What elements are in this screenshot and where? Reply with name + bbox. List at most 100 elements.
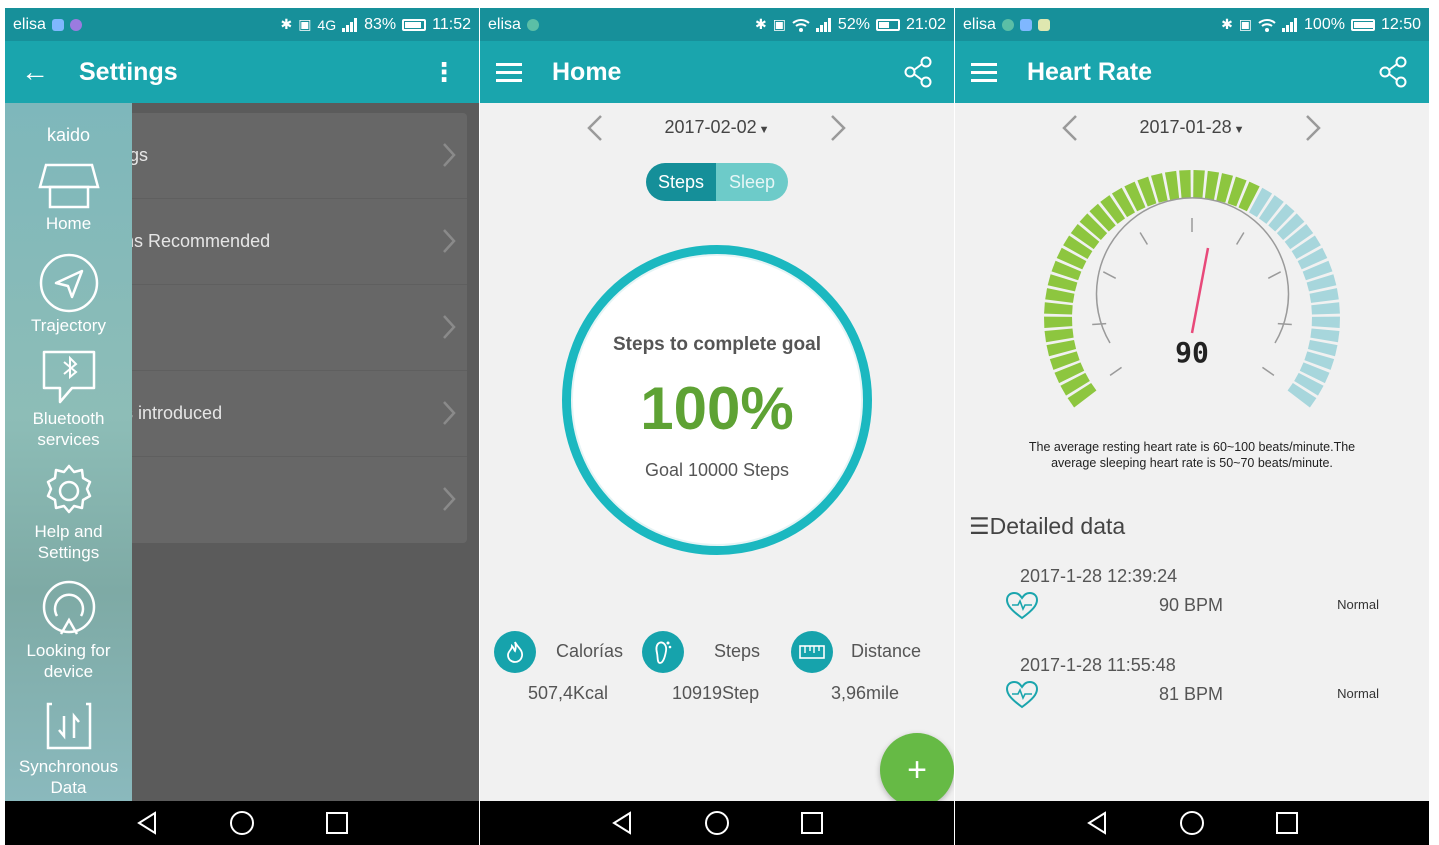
nfc-icon: ▣ [772,16,786,32]
carrier-label: elisa [13,15,46,33]
app-bar: ← Settings ⋮ [5,41,479,103]
gauge-segment [1164,170,1180,201]
battery-icon [1350,18,1375,31]
status-bar: elisa ✱ ▣ 100% 12:50 [955,8,1429,41]
ruler-icon [791,631,833,673]
sleep-tab[interactable]: Sleep [716,163,788,201]
carrier-label: elisa [963,15,996,33]
date-selector: 2017-01-28 ▼ [955,109,1429,145]
drawer-item-bluetooth[interactable]: Bluetooth services [5,348,132,450]
wifi-icon [792,18,810,32]
settings-row[interactable]: on is introduced [75,371,467,457]
dropdown-caret-icon: ▼ [758,123,770,136]
nav-home-icon[interactable] [1179,810,1205,836]
system-nav-bar [480,801,954,845]
drawer-item-looking-for-device[interactable]: Looking for device [5,580,132,682]
settings-row[interactable]: ettings [75,113,467,199]
share-icon[interactable] [904,56,934,88]
nfc-icon: ▣ [1238,16,1253,32]
chevron-right-icon [443,143,456,167]
trajectory-icon [39,253,98,313]
date-picker[interactable]: 2017-01-28 ▼ [1140,117,1245,138]
signal-icon [342,17,358,32]
drawer-username: kaido [46,125,91,145]
carrier-label: elisa [488,15,521,33]
back-arrow-icon[interactable]: ← [21,56,49,88]
record-status: Normal [1337,597,1379,612]
prev-date-icon[interactable] [585,113,605,143]
stat-value: 507,4Kcal [528,683,609,703]
footprint-icon [642,631,684,673]
gauge-segment [1179,170,1191,199]
nav-recents-icon[interactable] [325,811,349,835]
date-selector: 2017-02-02 ▼ [480,109,954,145]
nav-recents-icon[interactable] [800,811,824,835]
stat-label: Distance [851,641,922,661]
nav-back-icon[interactable] [610,811,634,835]
nav-back-icon[interactable] [135,811,159,835]
nav-home-icon[interactable] [704,810,730,836]
radar-icon [42,580,95,635]
detailed-data-title: Detailed data [989,513,1126,539]
stats-row: Calorías 507,4Kcal Steps 10919Step Dista… [480,631,954,721]
list-icon: ☰ [969,513,990,539]
battery-percent: 100% [1304,15,1345,33]
hamburger-menu-icon[interactable] [971,61,997,83]
nav-back-icon[interactable] [1085,811,1109,835]
drawer-item-trajectory[interactable]: Trajectory [5,253,132,336]
list-item: 81 BPM Normal [1005,680,1379,710]
settings-row[interactable]: ations Recommended [75,199,467,285]
page-title: Heart Rate [1027,57,1153,86]
chevron-right-icon [443,401,456,425]
next-date-icon[interactable] [828,113,848,143]
nav-home-icon[interactable] [229,810,255,836]
gear-icon [46,464,91,514]
nav-recents-icon[interactable] [1275,811,1299,835]
record-status: Normal [1337,686,1379,701]
add-button[interactable]: + [880,733,954,807]
next-date-icon[interactable] [1303,113,1323,143]
settings-row[interactable] [75,285,467,371]
battery-percent: 52% [837,15,870,33]
wifi-icon [1258,18,1276,32]
bluetooth-icon: ✱ [280,16,293,32]
heart-rate-note: The average resting heart rate is 60~100… [1028,440,1356,470]
system-nav-bar [955,801,1429,845]
prev-date-icon[interactable] [1060,113,1080,143]
steps-tab[interactable]: Steps [646,163,716,201]
notification-icon [526,18,539,31]
settings-row[interactable]: elp [75,457,467,543]
gauge-tick [1092,322,1107,326]
calendar-icon [1019,18,1032,31]
detailed-data-heading: ☰Detailed data [969,513,1125,540]
heart-rate-content: 2017-01-28 ▼ 90 The average resting heart… [955,103,1429,801]
status-bar: elisa ✱ ▣ 52% 21:02 [480,8,954,41]
chevron-right-icon [443,315,456,339]
list-item: 90 BPM Normal [1005,591,1379,621]
signal-icon [815,17,831,32]
gauge-tick [1267,271,1282,279]
location-icon [51,18,64,31]
gauge-segment [1044,316,1073,328]
drawer-item-help-settings[interactable]: Help and Settings [5,463,132,563]
heart-rate-gauge [1044,170,1340,408]
drawer-item-home[interactable]: Home [5,161,132,234]
drawer-item-label: Trajectory [31,316,106,335]
drawer-item-label: Synchronous Data [18,757,119,797]
page-title: Settings [79,57,178,86]
page-title: Home [552,57,622,86]
drawer-item-sync-data[interactable]: Synchronous Data [5,698,132,798]
more-vert-icon[interactable]: ⋮ [431,57,457,88]
hamburger-menu-icon[interactable] [496,61,522,83]
home-content: 2017-02-02 ▼ Steps Sleep Steps to complet… [480,103,954,807]
bluetooth-icon: ✱ [754,16,767,32]
status-bar: elisa ✱ ▣ 4G 83% 11:52 [5,8,479,41]
gauge-segments [1044,170,1340,408]
battery-percent: 83% [364,15,397,33]
system-nav-bar [5,801,479,845]
steps-sleep-toggle: Steps Sleep [646,163,788,201]
share-icon[interactable] [1379,56,1409,88]
gauge-segment [1193,170,1205,199]
record-timestamp: 2017-1-28 12:39:24 [1020,566,1178,586]
date-picker[interactable]: 2017-02-02 ▼ [665,117,770,138]
